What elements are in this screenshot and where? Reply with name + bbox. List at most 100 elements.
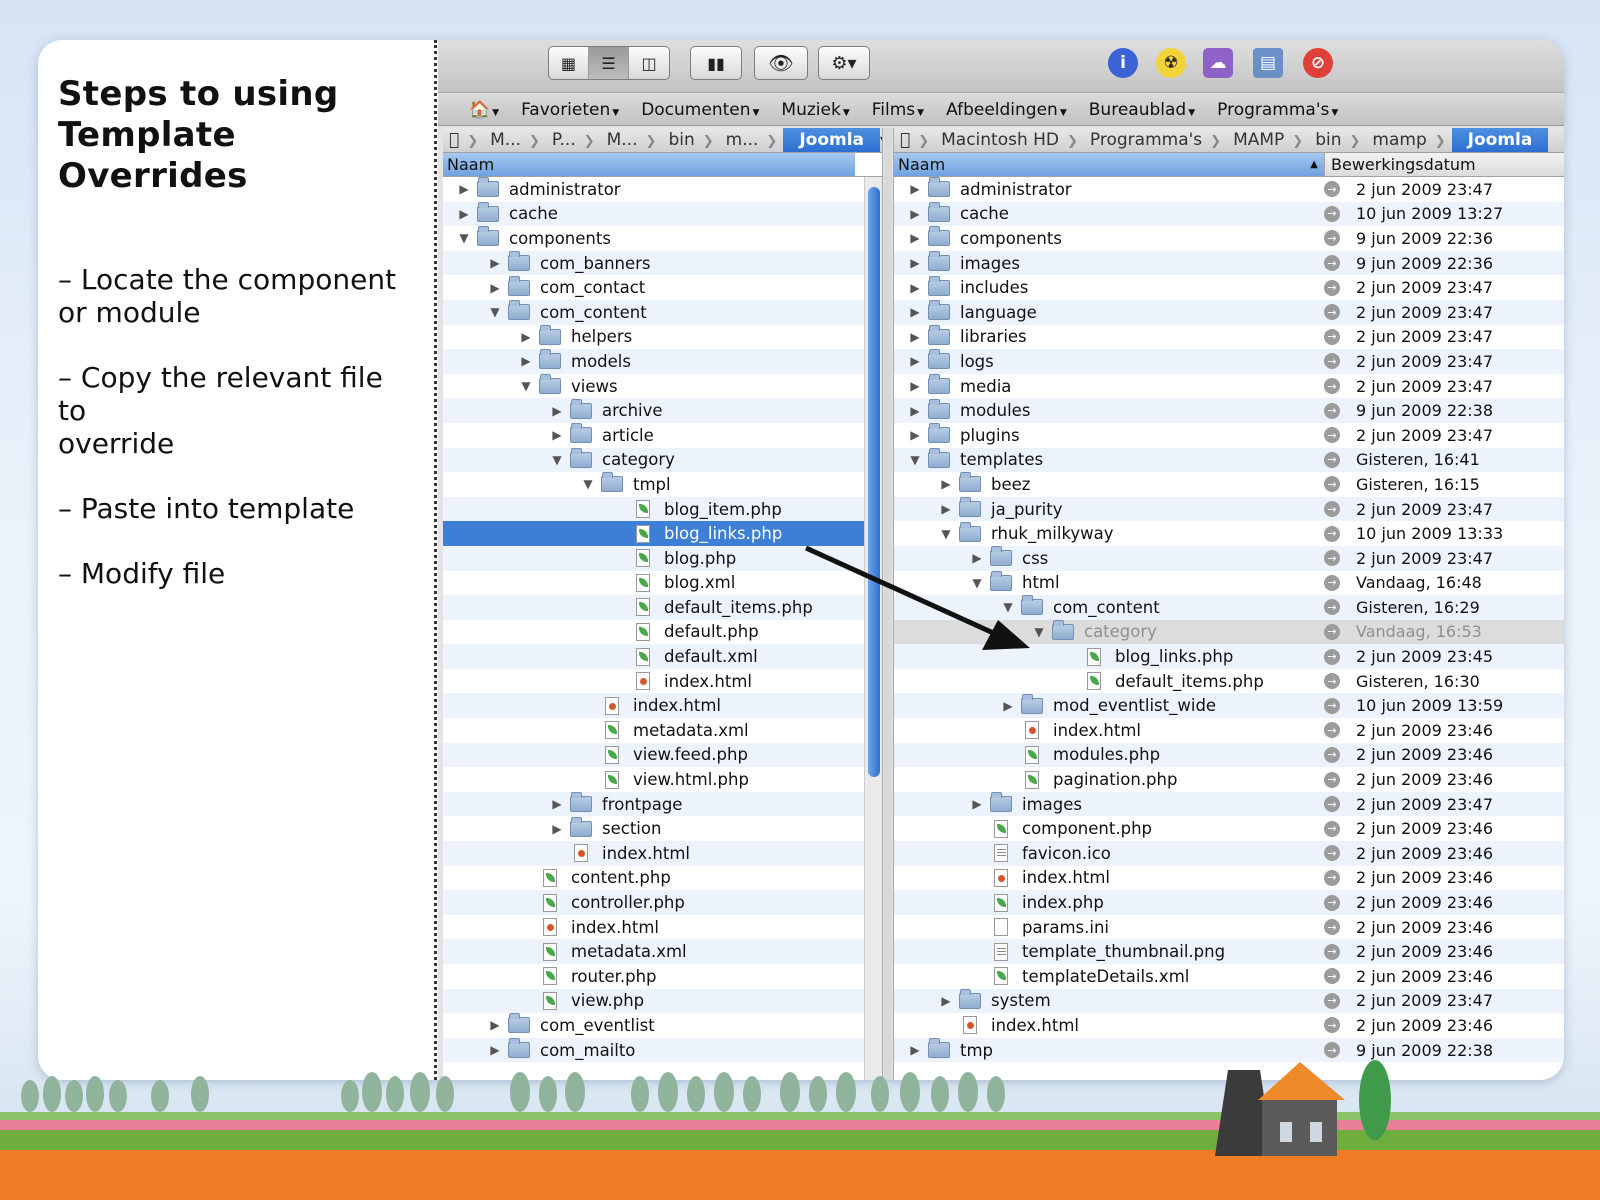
disclosure-closed-icon[interactable]: ▶ (488, 1018, 502, 1032)
go-arrow-icon[interactable]: → (1324, 476, 1340, 493)
go-arrow-icon[interactable]: → (1324, 771, 1340, 788)
cloud-drive-icon[interactable]: ☁ (1203, 48, 1233, 78)
file-row[interactable]: default_items.php → Gisteren, 16:30 (894, 669, 1564, 694)
file-row[interactable]: default.xml (443, 644, 882, 669)
go-arrow-icon[interactable]: → (1324, 943, 1340, 960)
go-arrow-icon[interactable]: → (1324, 427, 1340, 444)
file-row[interactable]: default_items.php (443, 595, 882, 620)
disclosure-closed-icon[interactable]: ▶ (908, 428, 922, 442)
folder-row[interactable]: ▶ plugins → 2 jun 2009 23:47 (894, 423, 1564, 448)
folder-row[interactable]: ▶ com_contact (443, 275, 882, 300)
left-scroll-thumb[interactable] (868, 187, 880, 777)
left-col-name[interactable]: Naam (443, 153, 855, 176)
folder-row[interactable]: ▶ language → 2 jun 2009 23:47 (894, 299, 1564, 325)
go-arrow-icon[interactable]: → (1324, 230, 1340, 247)
go-arrow-icon[interactable]: → (1324, 746, 1340, 763)
left-crumb-2[interactable]: P... (546, 130, 601, 150)
window-icon[interactable]: ▤ (1253, 48, 1283, 78)
fav-muziek[interactable]: Muziek ▼ (770, 100, 860, 120)
file-row[interactable]: component.php → 2 jun 2009 23:46 (894, 816, 1564, 841)
fav-afbeeldingen[interactable]: Afbeeldingen ▼ (935, 100, 1078, 120)
file-row[interactable]: blog.php (443, 545, 882, 571)
file-row[interactable]: index.html (443, 693, 882, 719)
disclosure-closed-icon[interactable]: ▶ (908, 354, 922, 368)
folder-row[interactable]: ▶ com_banners (443, 250, 882, 276)
file-row[interactable]: default.php (443, 620, 882, 645)
go-arrow-icon[interactable]: → (1324, 255, 1340, 272)
disclosure-closed-icon[interactable]: ▶ (970, 797, 984, 811)
go-arrow-icon[interactable]: → (1324, 1042, 1340, 1059)
folder-row[interactable]: ▶ archive (443, 398, 882, 423)
folder-row[interactable]: ▶ ja_purity → 2 jun 2009 23:47 (894, 496, 1564, 522)
folder-row[interactable]: ▶ section (443, 816, 882, 841)
go-arrow-icon[interactable]: → (1324, 501, 1340, 518)
disclosure-open-icon[interactable]: ▼ (970, 576, 984, 590)
go-arrow-icon[interactable]: → (1324, 623, 1340, 640)
folder-row[interactable]: ▶ system → 2 jun 2009 23:47 (894, 988, 1564, 1014)
folder-row[interactable]: ▶ article (443, 423, 882, 448)
stop-icon[interactable]: ⊘ (1303, 48, 1333, 78)
disclosure-open-icon[interactable]: ▼ (550, 453, 564, 467)
go-arrow-icon[interactable]: → (1324, 968, 1340, 985)
left-crumb-1[interactable]: M... (484, 130, 546, 150)
file-row[interactable]: view.php (443, 988, 882, 1014)
folder-row[interactable]: ▶ cache → 10 jun 2009 13:27 (894, 201, 1564, 227)
folder-row[interactable]: ▼ com_content (443, 299, 882, 325)
disclosure-open-icon[interactable]: ▼ (1001, 600, 1015, 614)
disclosure-closed-icon[interactable]: ▶ (550, 404, 564, 418)
disclosure-closed-icon[interactable]: ▶ (550, 822, 564, 836)
go-arrow-icon[interactable]: → (1324, 525, 1340, 542)
file-row[interactable]: blog_links.php (443, 521, 882, 546)
disclosure-closed-icon[interactable]: ▶ (550, 797, 564, 811)
disclosure-open-icon[interactable]: ▼ (519, 379, 533, 393)
go-arrow-icon[interactable]: → (1324, 697, 1340, 714)
folder-row[interactable]: ▼ rhuk_milkyway → 10 jun 2009 13:33 (894, 521, 1564, 546)
disclosure-closed-icon[interactable]: ▶ (908, 305, 922, 319)
right-crumb-5[interactable]: mamp (1366, 130, 1451, 150)
disclosure-closed-icon[interactable]: ▶ (488, 256, 502, 270)
go-arrow-icon[interactable]: → (1324, 205, 1340, 222)
left-path-dropdown-icon[interactable]: ▼ (880, 134, 882, 147)
disclosure-closed-icon[interactable]: ▶ (519, 354, 533, 368)
folder-row[interactable]: ▼ components (443, 226, 882, 251)
file-row[interactable]: index.php → 2 jun 2009 23:46 (894, 890, 1564, 915)
go-arrow-icon[interactable]: → (1324, 353, 1340, 370)
disclosure-closed-icon[interactable]: ▶ (457, 207, 471, 221)
right-crumb-4[interactable]: bin (1309, 130, 1366, 150)
file-row[interactable]: pagination.php → 2 jun 2009 23:46 (894, 767, 1564, 792)
file-row[interactable]: blog_item.php (443, 496, 882, 522)
go-arrow-icon[interactable]: → (1324, 599, 1340, 616)
go-arrow-icon[interactable]: → (1324, 992, 1340, 1009)
go-arrow-icon[interactable]: → (1324, 550, 1340, 567)
file-row[interactable]: index.html (443, 915, 882, 940)
go-arrow-icon[interactable]: → (1324, 402, 1340, 419)
go-arrow-icon[interactable]: → (1324, 648, 1340, 665)
disclosure-closed-icon[interactable]: ▶ (457, 182, 471, 196)
fav-documenten[interactable]: Documenten ▼ (630, 100, 770, 120)
go-arrow-icon[interactable]: → (1324, 869, 1340, 886)
quicklook-button[interactable]: 👁 (754, 46, 808, 80)
disclosure-closed-icon[interactable]: ▶ (488, 1043, 502, 1057)
fav-bureaublad[interactable]: Bureaublad ▼ (1078, 100, 1206, 120)
folder-row[interactable]: ▶ images → 9 jun 2009 22:36 (894, 250, 1564, 276)
go-arrow-icon[interactable]: → (1324, 328, 1340, 345)
folder-row[interactable]: ▶ images → 2 jun 2009 23:47 (894, 791, 1564, 817)
folder-row[interactable]: ▶ libraries → 2 jun 2009 23:47 (894, 324, 1564, 350)
right-col-name[interactable]: Naam ▲ (894, 153, 1324, 176)
disclosure-closed-icon[interactable]: ▶ (908, 207, 922, 221)
file-row[interactable]: template_thumbnail.png → 2 jun 2009 23:46 (894, 939, 1564, 964)
folder-row[interactable]: ▶ cache (443, 201, 882, 227)
file-row[interactable]: metadata.xml (443, 718, 882, 743)
disclosure-open-icon[interactable]: ▼ (939, 527, 953, 541)
folder-row[interactable]: ▶ com_mailto (443, 1037, 882, 1063)
go-arrow-icon[interactable]: → (1324, 796, 1340, 813)
list-view-icon[interactable]: ☰ (589, 47, 629, 79)
file-row[interactable]: index.html (443, 841, 882, 866)
left-crumb-4[interactable]: bin (662, 130, 719, 150)
right-crumb-current[interactable]: Joomla (1451, 128, 1549, 152)
disclosure-open-icon[interactable]: ▼ (488, 305, 502, 319)
folder-row[interactable]: ▶ administrator → 2 jun 2009 23:47 (894, 177, 1564, 202)
file-row[interactable]: favicon.ico → 2 jun 2009 23:46 (894, 841, 1564, 866)
disclosure-open-icon[interactable]: ▼ (457, 231, 471, 245)
disclosure-closed-icon[interactable]: ▶ (908, 281, 922, 295)
